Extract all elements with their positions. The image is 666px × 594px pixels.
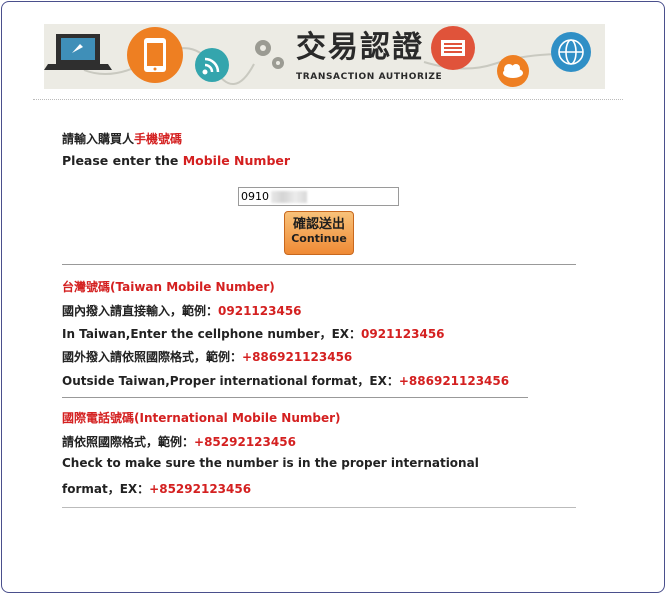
taiwan-domestic-zh: 國內撥入請直接輸入，範例：0921123456	[62, 302, 302, 319]
smartphone-icon	[127, 27, 183, 83]
prompt-zh: 請輸入購買人手機號碼	[62, 130, 182, 147]
taiwan-abroad-en: Outside Taiwan,Proper international form…	[62, 372, 509, 389]
section-divider	[62, 264, 576, 265]
intl-hint-zh: 請依照國際格式，範例：+85292123456	[62, 433, 296, 450]
cloud-icon	[497, 55, 529, 87]
wifi-icon	[195, 48, 229, 82]
continue-button-zh: 確認送出	[292, 217, 345, 232]
page-frame	[1, 1, 665, 593]
intl-example: +85292123456	[194, 435, 296, 449]
intl-en-example: +85292123456	[149, 482, 252, 496]
taiwan-domestic-en: In Taiwan,Enter the cellphone number，EX：…	[62, 325, 445, 342]
intl-hint-en-line2: format，EX：+85292123456	[62, 480, 251, 497]
laptop-icon	[44, 34, 112, 70]
transaction-banner: 交易認證 TRANSACTION AUTHORIZE	[44, 24, 605, 89]
section-divider	[62, 397, 528, 398]
intl-hint-zh-text: 請依照國際格式，範例：	[62, 435, 195, 449]
taiwan-abroad-example: +886921123456	[242, 350, 353, 364]
section-divider	[62, 507, 576, 508]
taiwan-abroad-en-text: Outside Taiwan,Proper international form…	[62, 374, 399, 388]
document-icon	[431, 26, 475, 70]
intl-hint-en-line1: Check to make sure the number is in the …	[62, 456, 479, 470]
masked-digits	[271, 191, 307, 203]
banner-title: 交易認證	[296, 30, 424, 65]
taiwan-heading: 台灣號碼(Taiwan Mobile Number)	[62, 280, 275, 294]
prompt-en-highlight: Mobile Number	[182, 153, 291, 168]
intl-hint-en-line2-text: format，EX：	[62, 482, 150, 496]
taiwan-abroad-zh: 國外撥入請依照國際格式，範例：+886921123456	[62, 348, 352, 365]
prompt-en-text: Please enter the	[62, 153, 183, 168]
prompt-zh-text: 請輸入購買人	[62, 132, 135, 146]
taiwan-domestic-zh-text: 國內撥入請直接輸入，範例：	[62, 304, 219, 318]
taiwan-abroad-en-example: +886921123456	[398, 374, 510, 388]
continue-button-en: Continue	[291, 232, 347, 245]
prompt-en: Please enter the Mobile Number	[62, 153, 290, 168]
dotted-divider	[33, 99, 623, 100]
prompt-zh-highlight: 手機號碼	[134, 132, 183, 146]
taiwan-abroad-zh-text: 國外撥入請依照國際格式，範例：	[62, 350, 243, 364]
taiwan-domestic-example: 0921123456	[218, 304, 302, 318]
banner-subtitle: TRANSACTION AUTHORIZE	[296, 72, 443, 82]
taiwan-domestic-en-example: 0921123456	[361, 327, 445, 341]
globe-icon	[551, 32, 591, 72]
intl-heading: 國際電話號碼(International Mobile Number)	[62, 411, 341, 425]
continue-button[interactable]: 確認送出 Continue	[284, 211, 354, 255]
mobile-number-input[interactable]	[238, 187, 399, 206]
gear-icon	[255, 40, 284, 69]
taiwan-domestic-en-text: In Taiwan,Enter the cellphone number，EX：	[62, 327, 362, 341]
